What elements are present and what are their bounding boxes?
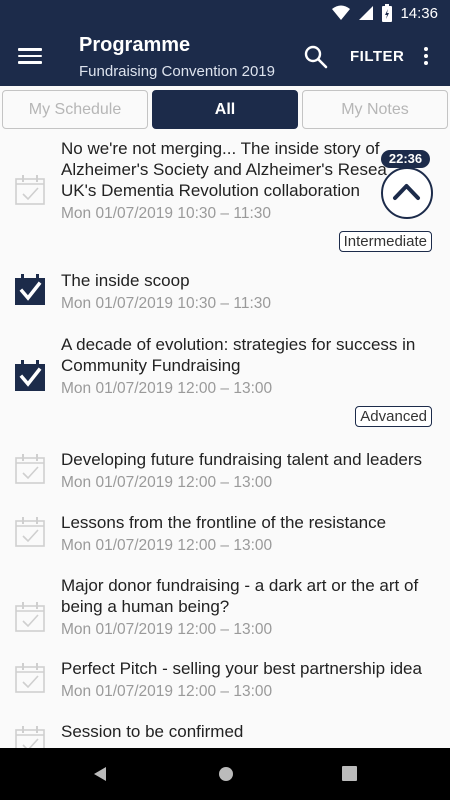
calendar-outline-icon[interactable] [14, 662, 46, 694]
chevron-up-icon [393, 184, 420, 200]
session-title: Perfect Pitch - selling your best partne… [61, 659, 422, 678]
session-time: Mon 01/07/2019 12:00 – 13:00 [61, 537, 273, 554]
session-title: The inside scoop [61, 271, 190, 290]
level-badge: Advanced [355, 406, 432, 427]
tab-all[interactable]: All [152, 90, 298, 129]
calendar-outline-icon[interactable] [14, 453, 46, 485]
session-time: Mon 01/07/2019 12:00 – 13:00 [61, 683, 273, 700]
app-bar: Programme Fundraising Convention 2019 FI… [0, 28, 450, 86]
status-time: 14:36 [400, 4, 438, 22]
tab-my-schedule[interactable]: My Schedule [2, 90, 148, 129]
session-time: Mon 01/07/2019 10:30 – 11:30 [61, 295, 271, 312]
session-list[interactable]: No we're not merging... The inside story… [0, 134, 450, 748]
system-nav-bar [0, 748, 450, 800]
calendar-outline-icon[interactable] [14, 601, 46, 633]
search-icon[interactable] [303, 44, 329, 70]
calendar-outline-icon[interactable] [14, 725, 46, 748]
session-title: Developing future fundraising talent and… [61, 450, 423, 469]
session-title: A decade of evolution: strategies for su… [61, 335, 416, 354]
cellular-icon [359, 6, 374, 20]
session-time: Mon 01/07/2019 12:00 – 13:00 [61, 474, 273, 491]
scroll-top-button[interactable] [381, 167, 433, 219]
page-subtitle: Fundraising Convention 2019 [79, 63, 275, 80]
tab-bar: My Schedule All My Notes [2, 90, 448, 130]
menu-icon[interactable] [18, 44, 42, 68]
session-title: Session to be confirmed [61, 722, 244, 741]
home-icon[interactable] [218, 766, 234, 782]
session-title: Lessons from the frontline of the resist… [61, 513, 387, 532]
status-bar: 14:36 [0, 0, 450, 28]
filter-button[interactable]: FILTER [350, 48, 404, 65]
session-time: Mon 01/07/2019 10:30 – 11:30 [61, 205, 271, 222]
session-time: Mon 01/07/2019 12:00 – 13:00 [61, 380, 273, 397]
tab-my-notes[interactable]: My Notes [302, 90, 448, 129]
page-title: Programme [79, 34, 191, 56]
more-vert-icon[interactable] [421, 45, 431, 69]
session-title: Major donor fundraising - a dark art or … [61, 576, 419, 595]
recents-icon[interactable] [342, 766, 357, 781]
battery-charging-icon [382, 4, 393, 22]
back-icon[interactable] [93, 766, 107, 782]
session-title: being a human being? [61, 597, 230, 616]
calendar-check-icon[interactable] [14, 360, 46, 392]
wifi-icon [332, 5, 351, 20]
level-badge: Intermediate [338, 231, 432, 252]
session-time: Mon 01/07/2019 12:00 – 13:00 [61, 621, 273, 638]
session-title: Community Fundraising [61, 356, 241, 375]
calendar-outline-icon[interactable] [14, 516, 46, 548]
calendar-check-icon[interactable] [14, 274, 46, 306]
calendar-outline-icon[interactable] [14, 174, 46, 206]
current-time-badge: 22:36 [381, 150, 430, 168]
